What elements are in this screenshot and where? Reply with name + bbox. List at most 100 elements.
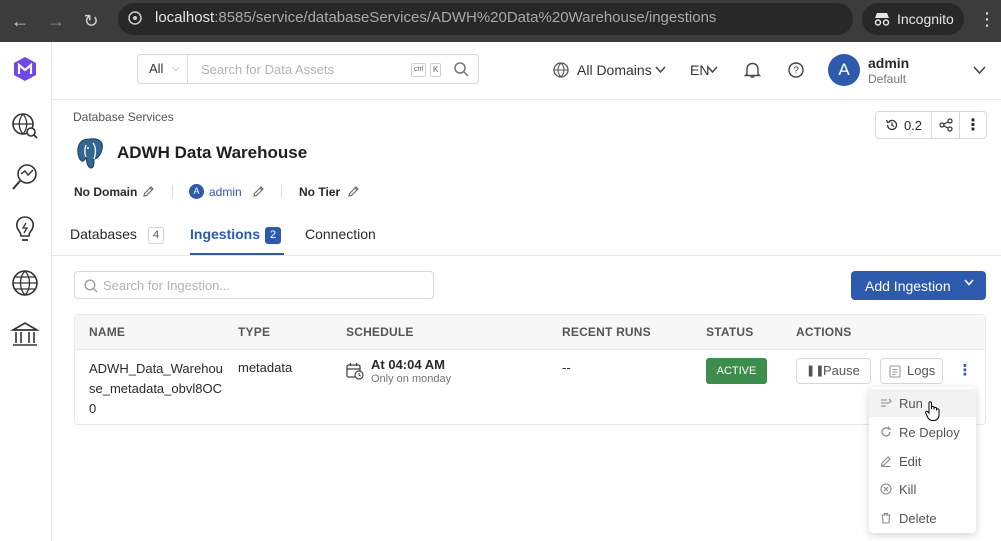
user-menu-chevron-icon[interactable] — [973, 66, 986, 75]
url-text: localhost:8585/service/databaseServices/… — [155, 9, 717, 26]
search-scope-label: All — [149, 61, 164, 76]
edit-icon — [880, 456, 891, 467]
postgres-logo-icon — [77, 138, 103, 169]
column-header: STATUS — [706, 325, 754, 339]
governance-icon[interactable] — [10, 320, 40, 350]
tab-connection[interactable]: Connection — [305, 226, 376, 242]
ingestion-search-placeholder: Search for Ingestion... — [103, 278, 231, 293]
tab-databases[interactable]: Databases — [70, 226, 137, 242]
redeploy-icon — [881, 426, 891, 437]
edit-domain-icon[interactable] — [142, 185, 155, 198]
owner-avatar: A — [189, 184, 204, 199]
row-more-options-icon[interactable]: ⋮ — [957, 362, 973, 380]
add-ingestion-button[interactable]: Add Ingestion — [851, 271, 986, 300]
menu-item-redeploy[interactable]: Re Deploy — [869, 418, 976, 446]
tier-label: No Tier — [299, 185, 341, 199]
user-avatar[interactable]: A — [828, 54, 860, 86]
incognito-label: Incognito — [897, 11, 954, 27]
user-name: admin — [868, 55, 910, 71]
incognito-icon — [874, 13, 890, 26]
share-icon — [938, 118, 953, 132]
column-header: SCHEDULE — [346, 325, 414, 339]
lightbulb-icon[interactable] — [10, 214, 40, 244]
tab-count-databases: 4 — [148, 227, 164, 244]
menu-item-label: Kill — [899, 482, 917, 497]
search-icon — [84, 279, 98, 293]
help-icon[interactable]: ? — [788, 62, 804, 78]
recent-runs: -- — [562, 360, 571, 375]
pause-icon: ❚❚ — [806, 365, 825, 377]
tab-count-ingestions: 2 — [265, 227, 281, 244]
menu-item-edit[interactable]: Edit — [869, 447, 976, 475]
logs-label: Logs — [907, 363, 936, 378]
ingestion-name: ADWH_Data_Warehouse_metadata_obvl8OC0 — [89, 361, 223, 416]
reload-icon[interactable]: ↻ — [80, 10, 102, 32]
version-label: 0.2 — [903, 117, 923, 133]
data-insights-icon[interactable] — [10, 162, 40, 192]
browser-menu-icon[interactable]: ⋮ — [978, 9, 996, 30]
edit-owner-icon[interactable] — [252, 185, 265, 198]
top-navbar: All ⌵ Search for Data Assets ctrl K All … — [52, 42, 1001, 100]
menu-item-run[interactable]: Run — [869, 389, 976, 417]
menu-item-kill[interactable]: Kill — [869, 475, 976, 503]
pause-button[interactable]: ❚❚ Pause — [796, 358, 871, 384]
run-icon — [881, 398, 892, 407]
more-options-icon[interactable]: ⋮ — [960, 112, 986, 138]
trash-icon — [881, 512, 891, 524]
version-button[interactable]: 0.2 — [876, 112, 932, 138]
domains-dropdown[interactable]: All Domains — [577, 62, 652, 78]
incognito-badge[interactable]: Incognito — [862, 3, 964, 35]
bell-icon[interactable] — [744, 61, 761, 79]
owner-link[interactable]: admin — [209, 185, 242, 199]
table-header: NAME TYPE SCHEDULE RECENT RUNS STATUS AC… — [75, 315, 985, 350]
globe-icon[interactable] — [10, 268, 40, 298]
browser-chrome: ← → ↻ localhost:8585/service/databaseSer… — [0, 0, 1001, 42]
hand-cursor-icon — [925, 401, 940, 421]
ingestion-search-input[interactable]: Search for Ingestion... — [74, 271, 434, 299]
breadcrumb[interactable]: Database Services — [73, 110, 174, 124]
schedule-description: Only on monday — [371, 373, 452, 385]
explore-icon[interactable] — [10, 110, 40, 140]
column-header: ACTIONS — [796, 325, 852, 339]
site-info-icon[interactable] — [128, 11, 142, 25]
page-title: ADWH Data Warehouse — [117, 143, 308, 162]
column-header: TYPE — [238, 325, 271, 339]
svg-text:?: ? — [793, 66, 799, 77]
pause-label: Pause — [823, 363, 860, 378]
history-icon — [885, 119, 898, 131]
domain-globe-icon — [553, 62, 569, 78]
search-input[interactable]: Search for Data Assets — [201, 62, 334, 77]
menu-item-label: Delete — [899, 511, 937, 526]
forward-icon[interactable]: → — [45, 10, 67, 32]
back-icon[interactable]: ← — [9, 10, 31, 32]
domain-label: No Domain — [74, 185, 138, 199]
divider — [281, 185, 282, 198]
menu-item-label: Edit — [899, 454, 922, 469]
menu-item-label: Re Deploy — [899, 425, 960, 440]
tab-ingestions[interactable]: Ingestions — [190, 226, 260, 242]
share-button[interactable] — [932, 112, 960, 138]
divider — [172, 185, 173, 198]
logs-button[interactable]: Logs — [880, 358, 943, 384]
chevron-down-icon: ⌵ — [172, 63, 180, 74]
menu-item-delete[interactable]: Delete — [869, 504, 976, 532]
chevron-down-icon — [964, 279, 974, 286]
search-icon[interactable] — [454, 62, 469, 77]
kbd-ctrl: ctrl — [411, 63, 427, 77]
logs-icon — [889, 365, 901, 378]
ingestion-table: NAME TYPE SCHEDULE RECENT RUNS STATUS AC… — [74, 314, 986, 425]
app-logo-icon[interactable] — [10, 54, 40, 84]
search-scope-select[interactable]: All ⌵ — [138, 55, 188, 83]
menu-item-label: Run — [899, 396, 923, 411]
column-header: NAME — [89, 325, 126, 339]
column-header: RECENT RUNS — [562, 325, 651, 339]
edit-tier-icon[interactable] — [347, 185, 360, 198]
ingestion-type: metadata — [238, 360, 293, 375]
ingestion-actions-menu: Run Re Deploy Edit Kill Delete — [869, 387, 976, 533]
header-actions: 0.2 ⋮ — [875, 111, 987, 139]
status-badge: ACTIVE — [706, 358, 767, 384]
global-search: All ⌵ Search for Data Assets ctrl K — [137, 54, 479, 84]
user-role: Default — [868, 72, 907, 86]
chevron-down-icon — [707, 66, 718, 74]
active-tab-indicator — [190, 253, 284, 255]
